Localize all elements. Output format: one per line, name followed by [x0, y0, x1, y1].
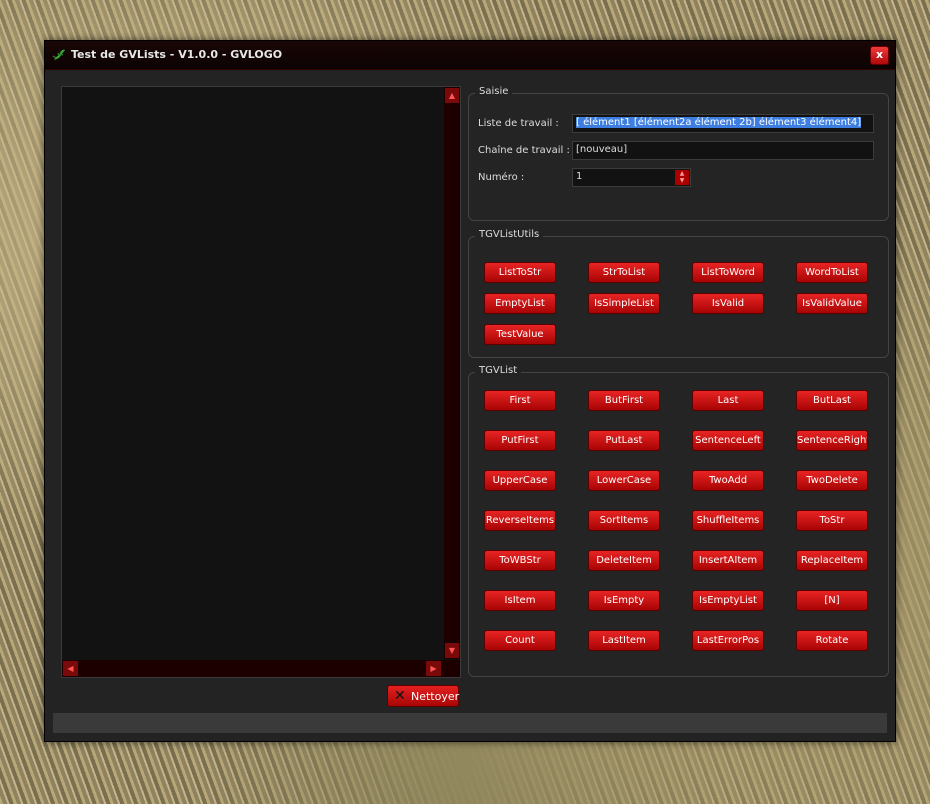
last-button[interactable]: Last: [692, 390, 764, 411]
tgvlist-title: TGVList: [475, 365, 522, 376]
sentenceright-button[interactable]: SentenceRight: [796, 430, 868, 451]
isemptylist-button[interactable]: IsEmptyList: [692, 590, 764, 611]
listtoword-button[interactable]: ListToWord: [692, 262, 764, 283]
butfirst-button[interactable]: ButFirst: [588, 390, 660, 411]
numero-spin[interactable]: 1 ▲ ▼: [572, 168, 691, 187]
spin-up-icon[interactable]: ▲: [675, 170, 689, 177]
sortitems-button[interactable]: SortItems: [588, 510, 660, 531]
rotate-button[interactable]: Rotate: [796, 630, 868, 651]
isvalid-button[interactable]: IsValid: [692, 293, 764, 314]
chaine-label: Chaîne de travail :: [478, 145, 570, 156]
replaceitem-button[interactable]: ReplaceItem: [796, 550, 868, 571]
tgvlist-group: TGVList First ButFirst Last ButLast PutF…: [468, 365, 889, 677]
main-window: Test de GVLists - V1.0.0 - GVLOGO x ▲ ▼ …: [44, 40, 896, 742]
nettoyer-button[interactable]: ✕ Nettoyer: [387, 685, 459, 707]
count-button[interactable]: Count: [484, 630, 556, 651]
close-button[interactable]: x: [870, 46, 889, 65]
deleteitem-button[interactable]: DeleteItem: [588, 550, 660, 571]
twoadd-button[interactable]: TwoAdd: [692, 470, 764, 491]
uppercase-button[interactable]: UpperCase: [484, 470, 556, 491]
numero-label: Numéro :: [478, 172, 525, 183]
scroll-down-icon[interactable]: ▼: [445, 643, 459, 658]
towbstr-button[interactable]: ToWBStr: [484, 550, 556, 571]
chaine-value: [nouveau]: [576, 144, 628, 155]
vertical-scrollbar[interactable]: ▲ ▼: [444, 87, 460, 659]
numero-value: 1: [576, 171, 583, 182]
window-title: Test de GVLists - V1.0.0 - GVLOGO: [71, 48, 283, 61]
isempty-button[interactable]: IsEmpty: [588, 590, 660, 611]
spin-buttons[interactable]: ▲ ▼: [675, 170, 689, 185]
isitem-button[interactable]: IsItem: [484, 590, 556, 611]
first-button[interactable]: First: [484, 390, 556, 411]
utils-group: TGVListUtils ListToStr StrToList ListToW…: [468, 229, 889, 358]
wordtolist-button[interactable]: WordToList: [796, 262, 868, 283]
issimplelist-button[interactable]: IsSimpleList: [588, 293, 660, 314]
liste-value: [ élément1 [élément2a élément 2b] élémen…: [576, 117, 862, 128]
emptylist-button[interactable]: EmptyList: [484, 293, 556, 314]
n-button[interactable]: [N]: [796, 590, 868, 611]
scroll-left-icon[interactable]: ◀: [63, 661, 78, 676]
nettoyer-label: Nettoyer: [411, 690, 460, 703]
sentenceleft-button[interactable]: SentenceLeft: [692, 430, 764, 451]
title-bar[interactable]: Test de GVLists - V1.0.0 - GVLOGO x: [45, 41, 895, 70]
saisie-title: Saisie: [475, 86, 513, 97]
strtolist-button[interactable]: StrToList: [588, 262, 660, 283]
status-bar: [53, 713, 887, 733]
liste-label: Liste de travail :: [478, 118, 559, 129]
utils-title: TGVListUtils: [475, 229, 544, 240]
isvalidvalue-button[interactable]: IsValidValue: [796, 293, 868, 314]
lowercase-button[interactable]: LowerCase: [588, 470, 660, 491]
scroll-right-icon[interactable]: ▶: [426, 661, 441, 676]
liste-input[interactable]: [ élément1 [élément2a élément 2b] élémen…: [572, 114, 874, 133]
butlast-button[interactable]: ButLast: [796, 390, 868, 411]
output-memo[interactable]: ▲ ▼ ◀ ▶: [61, 86, 461, 678]
testvalue-button[interactable]: TestValue: [484, 324, 556, 345]
reverseitems-button[interactable]: ReverseItems: [484, 510, 556, 531]
putfirst-button[interactable]: PutFirst: [484, 430, 556, 451]
spin-down-icon[interactable]: ▼: [675, 177, 689, 184]
saisie-group: Saisie Liste de travail : [ élément1 [él…: [468, 86, 889, 221]
lasterrorpos-button[interactable]: LastErrorPos: [692, 630, 764, 651]
shuffleitems-button[interactable]: ShuffleItems: [692, 510, 764, 531]
horizontal-scrollbar[interactable]: ◀ ▶: [62, 660, 460, 677]
twodelete-button[interactable]: TwoDelete: [796, 470, 868, 491]
scroll-up-icon[interactable]: ▲: [445, 88, 459, 103]
putlast-button[interactable]: PutLast: [588, 430, 660, 451]
chaine-input[interactable]: [nouveau]: [572, 141, 874, 160]
close-icon: x: [875, 48, 884, 61]
listtostr-button[interactable]: ListToStr: [484, 262, 556, 283]
tostr-button[interactable]: ToStr: [796, 510, 868, 531]
clear-x-icon: ✕: [394, 688, 406, 704]
lastitem-button[interactable]: LastItem: [588, 630, 660, 651]
gecko-icon: [52, 49, 65, 60]
insertaitem-button[interactable]: InsertAItem: [692, 550, 764, 571]
